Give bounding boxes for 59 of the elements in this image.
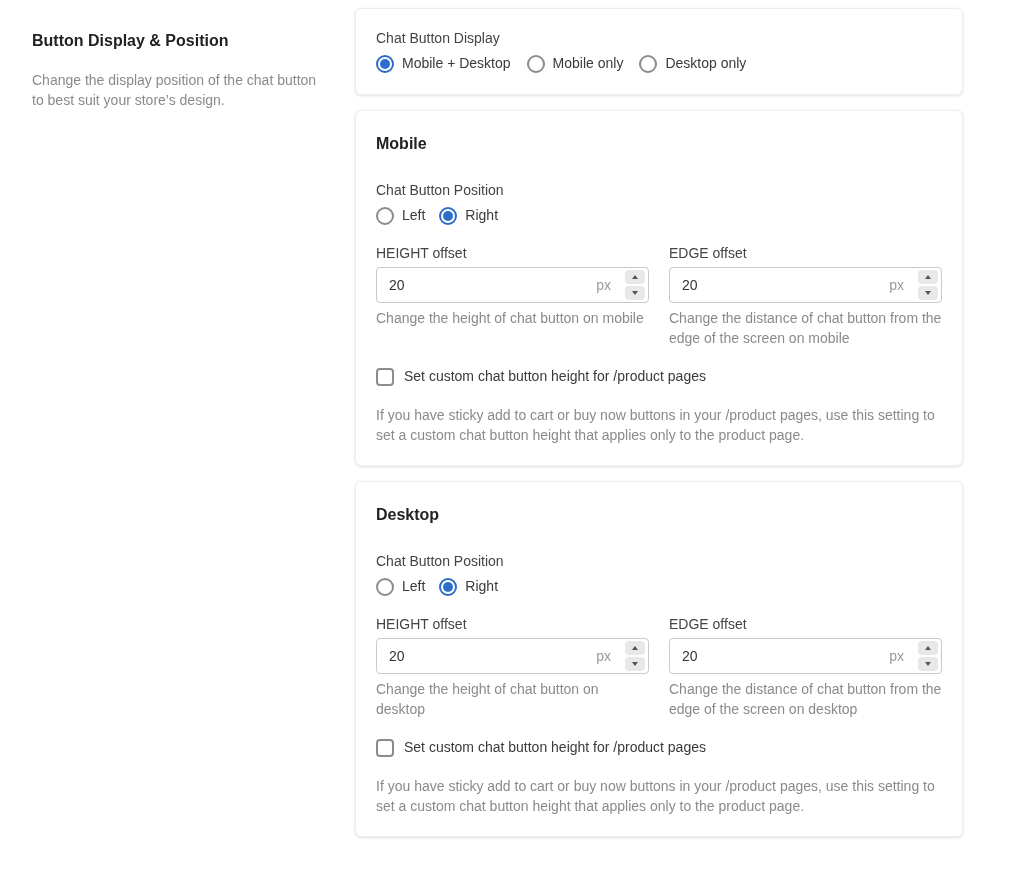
increment-button[interactable] xyxy=(625,641,645,655)
number-input[interactable]: 20 px xyxy=(669,638,942,674)
decrement-button[interactable] xyxy=(918,657,938,671)
radio-button[interactable] xyxy=(439,577,458,596)
help-text: Change the height of chat button on mobile xyxy=(376,309,645,328)
field-label: Chat Button Position xyxy=(376,552,505,570)
radio-label: Mobile + Desktop xyxy=(402,54,511,73)
number-input[interactable]: 20 px xyxy=(376,638,649,674)
caret-down-icon xyxy=(632,291,638,295)
caret-up-icon xyxy=(925,275,931,279)
radio-button[interactable] xyxy=(376,206,394,225)
radio-label: Left xyxy=(402,577,426,596)
caret-up-icon xyxy=(632,275,638,279)
section-description: Change the display position of the chat button to best suit your store’s design. xyxy=(32,71,318,110)
caret-down-icon xyxy=(925,662,931,666)
unit-suffix: px xyxy=(889,646,904,666)
note-text: If you have sticky add to cart or buy now buttons in your /product pages, use this setting to set a custom chat button height that applies only to the product page. xyxy=(376,406,936,445)
field-label: HEIGHT offset xyxy=(376,244,468,262)
radio-label: Desktop only xyxy=(665,54,747,73)
radio-button[interactable] xyxy=(526,54,545,73)
section-title: Button Display & Position xyxy=(32,31,230,51)
field-label: Chat Button Display xyxy=(376,29,501,47)
field-label: EDGE offset xyxy=(669,244,748,262)
number-input[interactable]: 20 px xyxy=(376,267,649,303)
caret-down-icon xyxy=(925,291,931,295)
unit-suffix: px xyxy=(596,646,611,666)
field-label: EDGE offset xyxy=(669,615,748,633)
decrement-button[interactable] xyxy=(625,286,645,300)
radio-label: Left xyxy=(402,206,426,225)
increment-button[interactable] xyxy=(918,641,938,655)
increment-button[interactable] xyxy=(625,270,645,284)
checkbox-label: Set custom chat button height for /product pages xyxy=(404,738,706,757)
help-text: Change the distance of chat button from the edge of the screen on mobile xyxy=(669,309,942,348)
field-label: HEIGHT offset xyxy=(376,615,468,633)
radio-button[interactable] xyxy=(376,54,394,73)
radio-label: Right xyxy=(465,577,499,596)
help-text: Change the height of chat button on desktop xyxy=(376,680,600,719)
checkbox-label: Set custom chat button height for /product pages xyxy=(404,367,706,386)
unit-suffix: px xyxy=(596,275,611,295)
radio-label: Right xyxy=(465,206,499,225)
caret-up-icon xyxy=(925,646,931,650)
note-text: If you have sticky add to cart or buy now buttons in your /product pages, use this setting to set a custom chat button height that applies only to the product page. xyxy=(376,777,936,816)
checkbox[interactable] xyxy=(376,738,394,757)
field-label: Chat Button Position xyxy=(376,181,505,199)
caret-down-icon xyxy=(632,662,638,666)
radio-button[interactable] xyxy=(439,206,458,225)
unit-suffix: px xyxy=(889,275,904,295)
decrement-button[interactable] xyxy=(625,657,645,671)
card-title: Mobile xyxy=(376,134,428,154)
checkbox[interactable] xyxy=(376,367,394,386)
card-title: Desktop xyxy=(376,505,441,525)
radio-button[interactable] xyxy=(639,54,658,73)
increment-button[interactable] xyxy=(918,270,938,284)
number-input[interactable]: 20 px xyxy=(669,267,942,303)
radio-label: Mobile only xyxy=(552,54,624,73)
decrement-button[interactable] xyxy=(918,286,938,300)
radio-button[interactable] xyxy=(376,577,394,596)
help-text: Change the distance of chat button from the edge of the screen on desktop xyxy=(669,680,942,719)
caret-up-icon xyxy=(632,646,638,650)
